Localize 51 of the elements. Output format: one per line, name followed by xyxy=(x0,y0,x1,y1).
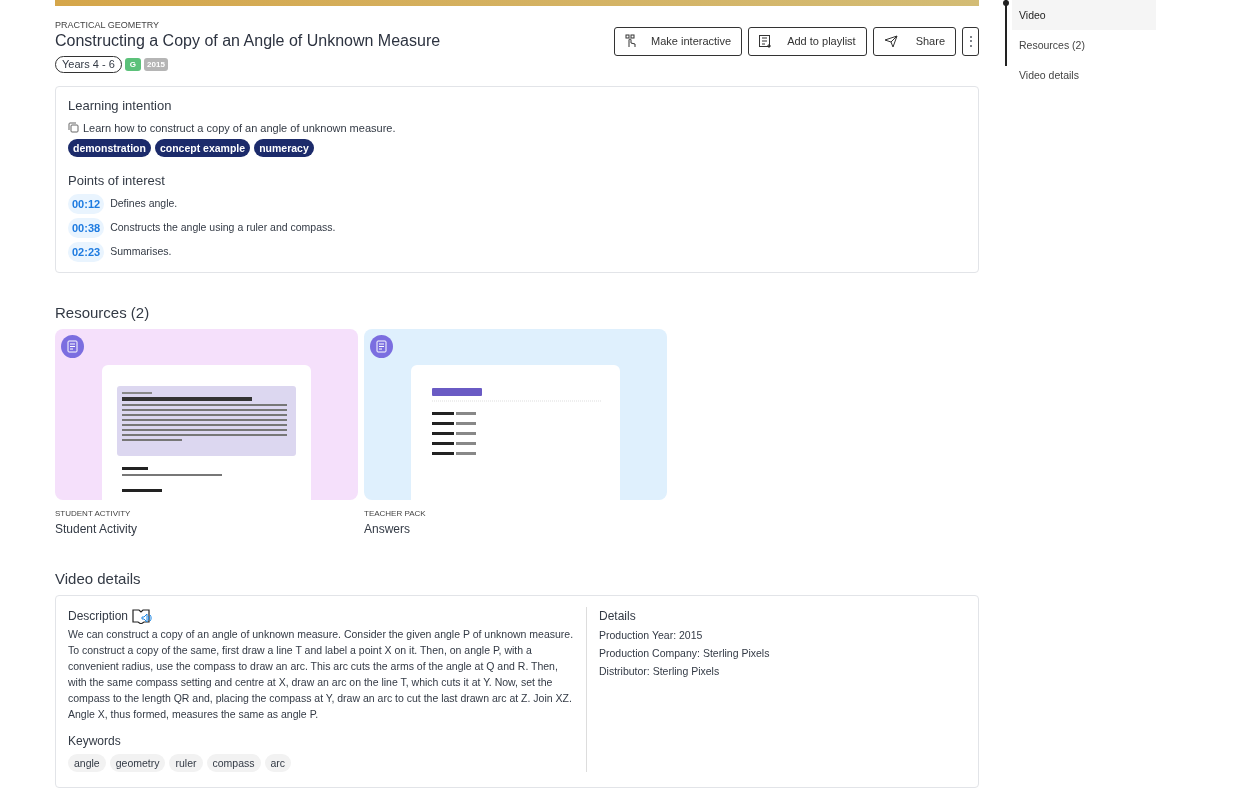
keyword-chip[interactable]: arc xyxy=(264,754,292,772)
section-heading: Description xyxy=(68,608,129,625)
detail-text: Production Year: 2015 xyxy=(599,628,704,642)
sidebar-link[interactable]: Video details xyxy=(1012,60,1156,90)
timestamp-link[interactable]: 00:12 xyxy=(68,194,105,214)
keyword-chip[interactable]: geometry xyxy=(109,754,166,772)
more-button[interactable]: ⋮ xyxy=(962,26,979,56)
sidebar-link[interactable]: Resources (2) xyxy=(1012,30,1156,60)
read-aloud-icon[interactable] xyxy=(132,608,153,624)
section-heading: Resources (2) xyxy=(55,303,151,323)
interactive-button[interactable]: Make interactive xyxy=(614,26,743,56)
rating-badge: G xyxy=(124,57,142,71)
year-badge: 2015 xyxy=(144,57,168,71)
resource-type: STUDENT ACTIVITY xyxy=(55,508,132,520)
copy-icon[interactable] xyxy=(68,122,79,134)
progress-track xyxy=(1003,0,1009,66)
playlist-button[interactable]: Add to playlist xyxy=(748,26,867,56)
timestamp-link[interactable]: 02:23 xyxy=(68,242,105,262)
intention-text: Learn how to construct a copy of an angle of unknown measure. xyxy=(83,120,396,136)
section-heading: Details xyxy=(599,608,637,625)
sidebar-link[interactable]: Video xyxy=(1012,0,1156,30)
timestamp-link[interactable]: 00:38 xyxy=(68,218,105,238)
point-text: Defines angle. xyxy=(110,196,178,212)
point-text: Constructs the angle using a ruler and compass. xyxy=(110,220,336,236)
detail-text: Production Company: Sterling Pixels xyxy=(599,646,770,660)
resource-thumbnail[interactable] xyxy=(55,329,358,500)
section-heading: Learning intention xyxy=(68,97,173,114)
tag[interactable]: numeracy xyxy=(254,139,314,157)
keyword-chip[interactable]: angle xyxy=(68,754,106,772)
send-icon xyxy=(883,34,898,48)
document-icon xyxy=(61,335,84,358)
section-heading: Keywords xyxy=(68,733,122,750)
detail-text: Distributor: Sterling Pixels xyxy=(599,664,721,678)
keyword-chip[interactable]: ruler xyxy=(169,754,203,772)
category-label: PRACTICAL GEOMETRY xyxy=(55,18,161,31)
video-title: Constructing a Copy of an Angle of Unknown Measure xyxy=(55,30,441,51)
description-text: We can construct a copy of an angle of unknown measure. Consider the given angle P of unknown measure. To construct a copy of the same, first draw a line T and label a point X on it. Then, on angle P, with a convenient radius, use the compass to draw an arc. This arc cuts the arms of the angle at Q and R. Then, with the same compass setting and centre at X, draw an arc on the line T, which cuts it at Y. Now, set the compass to the length QR and, placing the compass at Y, draw an arc to cut the last drawn arc at Z. Join XZ. Angle X, thus formed, measures the same as angle P. xyxy=(68,627,575,722)
list-add-icon xyxy=(759,34,774,48)
point-text: Summarises. xyxy=(110,244,172,260)
tag[interactable]: demonstration xyxy=(68,139,151,157)
section-heading: Video details xyxy=(55,569,142,589)
resource-title[interactable]: Answers xyxy=(364,521,667,537)
resource-thumbnail[interactable] xyxy=(364,329,667,500)
keyword-chip[interactable]: compass xyxy=(206,754,261,772)
document-icon xyxy=(370,335,393,358)
resource-title[interactable]: Student Activity xyxy=(55,521,358,537)
section-heading: Points of interest xyxy=(68,173,166,189)
share-button[interactable]: Share xyxy=(872,26,956,56)
hand-pointer-icon xyxy=(625,34,638,48)
tag[interactable]: concept example xyxy=(154,139,251,157)
resource-type: TEACHER PACK xyxy=(364,508,427,520)
